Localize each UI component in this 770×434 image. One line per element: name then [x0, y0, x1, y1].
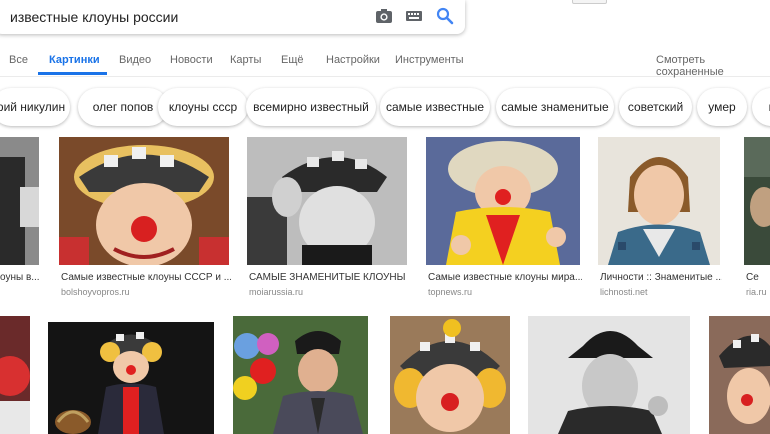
chip-related[interactable]: клоуны ссср: [158, 88, 248, 126]
search-box[interactable]: известные клоуны россии: [0, 0, 465, 34]
result-title[interactable]: Се: [746, 272, 770, 283]
result-title[interactable]: Самые известные клоуны мира...: [428, 272, 582, 283]
search-icon[interactable]: [435, 6, 455, 26]
result-image[interactable]: [744, 137, 770, 265]
result-image[interactable]: [0, 137, 39, 265]
saved-images-link[interactable]: Смотреть сохраненные: [656, 54, 770, 78]
tab-images[interactable]: Картинки: [49, 54, 100, 66]
tab-more[interactable]: Ещё: [281, 54, 304, 66]
tab-all[interactable]: Все: [9, 54, 28, 66]
search-tabs: Все Картинки Видео Новости Карты Ещё Нас…: [0, 44, 770, 76]
result-title[interactable]: САМЫЕ ЗНАМЕНИТЫЕ КЛОУНЫ ...: [249, 272, 409, 283]
google-images-page: известные клоуны россии Все Картинки Вид…: [0, 0, 770, 434]
result-image[interactable]: [0, 316, 30, 434]
result-source: ria.ru: [746, 287, 767, 297]
result-image[interactable]: [233, 316, 368, 434]
chip-related[interactable]: советский: [619, 88, 692, 126]
search-input[interactable]: известные клоуны россии: [10, 9, 178, 25]
result-image[interactable]: [598, 137, 720, 265]
keyboard-icon[interactable]: [404, 6, 424, 26]
result-image[interactable]: [59, 137, 229, 265]
result-image[interactable]: [709, 316, 770, 434]
result-image[interactable]: [528, 316, 690, 434]
chip-related[interactable]: ц: [752, 88, 770, 126]
tab-settings[interactable]: Настройки: [326, 54, 380, 66]
result-image[interactable]: [390, 316, 510, 434]
result-source: bolshoyvopros.ru: [61, 287, 130, 297]
chip-related[interactable]: самые известные: [380, 88, 490, 126]
tab-news[interactable]: Новости: [170, 54, 213, 66]
result-image[interactable]: [247, 137, 407, 265]
tab-tools[interactable]: Инструменты: [395, 54, 464, 66]
tab-maps[interactable]: Карты: [230, 54, 261, 66]
result-source: moiarussia.ru: [249, 287, 304, 297]
tabs-divider: [0, 76, 770, 77]
chip-related[interactable]: рий никулин: [0, 88, 70, 126]
chip-related[interactable]: олег попов: [78, 88, 168, 126]
apps-button[interactable]: [572, 0, 607, 4]
result-source: topnews.ru: [428, 287, 473, 297]
result-image[interactable]: [426, 137, 580, 265]
result-title[interactable]: оуны в...: [0, 272, 39, 283]
active-tab-indicator: [38, 72, 107, 75]
chip-related[interactable]: умер: [697, 88, 747, 126]
chip-related[interactable]: всемирно известный: [246, 88, 376, 126]
result-image[interactable]: [48, 322, 214, 434]
tab-video[interactable]: Видео: [119, 54, 151, 66]
camera-icon[interactable]: [374, 6, 394, 26]
result-title[interactable]: Личности :: Знаменитые ...: [600, 272, 722, 283]
result-source: lichnosti.net: [600, 287, 648, 297]
chip-related[interactable]: самые знаменитые: [496, 88, 614, 126]
result-title[interactable]: Самые известные клоуны СССР и ...: [61, 272, 231, 283]
